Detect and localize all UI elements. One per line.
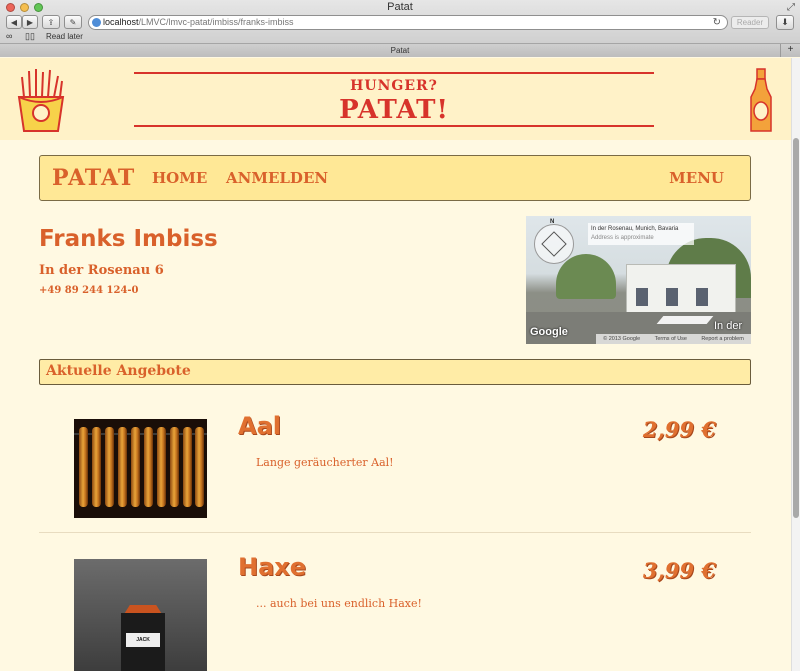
map-terms-link[interactable]: Terms of Use xyxy=(655,334,687,344)
nav-login-link[interactable]: ANMELDEN xyxy=(226,156,328,200)
browser-chrome: Patat ⤢ ◀ ▶ ⇪ ✎ localhost/LMVC/lmvc-pata… xyxy=(0,0,800,57)
bookmarks-icon[interactable]: ▯▯ xyxy=(25,31,35,42)
offer-divider xyxy=(39,532,751,533)
street-view-approx: Address is approximate xyxy=(591,235,654,241)
restaurant-address: In der Rosenau 6 xyxy=(39,263,164,278)
nav-brand-link[interactable]: PATAT xyxy=(52,156,135,200)
sv-trees xyxy=(556,254,616,299)
carton-label: JACK xyxy=(126,633,160,647)
address-bar[interactable]: localhost/LMVC/lmvc-patat/imbiss/franks-… xyxy=(88,15,728,30)
nav-menu-link[interactable]: MENU xyxy=(669,156,724,200)
tab-bar: Patat + xyxy=(0,43,800,57)
pan-arrows-icon xyxy=(541,231,567,257)
google-logo[interactable]: Google xyxy=(530,326,568,338)
header-tagline: HUNGER? xyxy=(350,78,438,94)
sv-window xyxy=(666,288,678,306)
offer-description: ... auch bei uns endlich Haxe! xyxy=(256,597,422,610)
map-report-link[interactable]: Report a problem xyxy=(701,334,744,344)
header-rule-top xyxy=(134,72,654,74)
offer-name: Haxe xyxy=(238,553,307,581)
globe-icon xyxy=(92,18,101,27)
reader-button[interactable]: Reader xyxy=(731,16,769,29)
offer-description: Lange geräucherter Aal! xyxy=(256,456,394,469)
offers-title: Aktuelle Angebote xyxy=(46,363,191,379)
url-host: localhost xyxy=(103,17,139,27)
haxe-image: JACK xyxy=(74,559,207,671)
url-path: /LMVC/lmvc-patat/imbiss/franks-imbiss xyxy=(138,17,294,27)
forward-button[interactable]: ▶ xyxy=(22,15,38,29)
new-tab-button[interactable]: + xyxy=(780,44,800,57)
close-window-button[interactable] xyxy=(6,3,15,12)
back-button[interactable]: ◀ xyxy=(6,15,22,29)
page-scrollbar[interactable] xyxy=(791,58,800,671)
browser-toolbar: ◀ ▶ ⇪ ✎ localhost/LMVC/lmvc-patat/imbiss… xyxy=(0,14,800,31)
compass-north-label: N xyxy=(550,219,555,225)
nav-home-link[interactable]: HOME xyxy=(152,156,207,200)
main-nav: PATAT HOME ANMELDEN MENU xyxy=(39,155,751,201)
map-copyright: © 2013 Google xyxy=(603,336,641,342)
aal-image xyxy=(74,419,207,518)
street-view-map[interactable]: N In der Rosenau, Munich, Bavaria Addres… xyxy=(526,216,751,344)
ketchup-bottle-icon xyxy=(750,68,772,132)
header-title: PATAT! xyxy=(339,95,449,125)
restaurant-name: Franks Imbiss xyxy=(39,226,218,252)
street-view-info: In der Rosenau, Munich, Bavaria Address … xyxy=(588,223,694,245)
page-content: HUNGER? PATAT! PATAT HOME ANMELDEN MENU … xyxy=(0,58,791,671)
offers-header: Aktuelle Angebote xyxy=(39,359,751,385)
window-title: Patat xyxy=(387,1,413,13)
site-header: HUNGER? PATAT! xyxy=(0,58,791,140)
scrollbar-thumb[interactable] xyxy=(793,138,799,518)
window-controls xyxy=(6,3,43,12)
tab-patat[interactable]: Patat xyxy=(391,46,410,55)
share-button[interactable]: ⇪ xyxy=(42,15,60,29)
fullscreen-icon[interactable]: ⤢ xyxy=(787,2,795,13)
minimize-window-button[interactable] xyxy=(20,3,29,12)
street-label: In der xyxy=(714,320,743,332)
offer-name: Aal xyxy=(238,412,281,440)
street-view-pan-control[interactable] xyxy=(534,224,574,264)
sv-window xyxy=(636,288,648,306)
bookmark-read-later[interactable]: Read later xyxy=(46,32,83,41)
offer-price: 2,99 € xyxy=(642,417,716,442)
restaurant-phone: +49 89 244 124-0 xyxy=(39,285,139,296)
street-view-location: In der Rosenau, Munich, Bavaria xyxy=(591,226,679,232)
sv-window xyxy=(696,288,708,306)
zoom-window-button[interactable] xyxy=(34,3,43,12)
map-footer: © 2013 Google Terms of Use Report a prob… xyxy=(596,334,751,344)
reading-list-icon[interactable]: ∞ xyxy=(6,31,12,41)
bookmarks-bar: ∞ ▯▯ Read later xyxy=(0,31,800,43)
offer-price: 3,99 € xyxy=(642,558,716,583)
downloads-button[interactable]: ⬇ xyxy=(776,15,794,30)
street-direction-arrow-icon[interactable] xyxy=(656,316,714,324)
reload-icon[interactable]: ↻ xyxy=(713,16,721,29)
header-rule-bottom xyxy=(134,125,654,127)
fries-logo-icon xyxy=(17,69,65,132)
settings-wrench-button[interactable]: ✎ xyxy=(64,15,82,29)
